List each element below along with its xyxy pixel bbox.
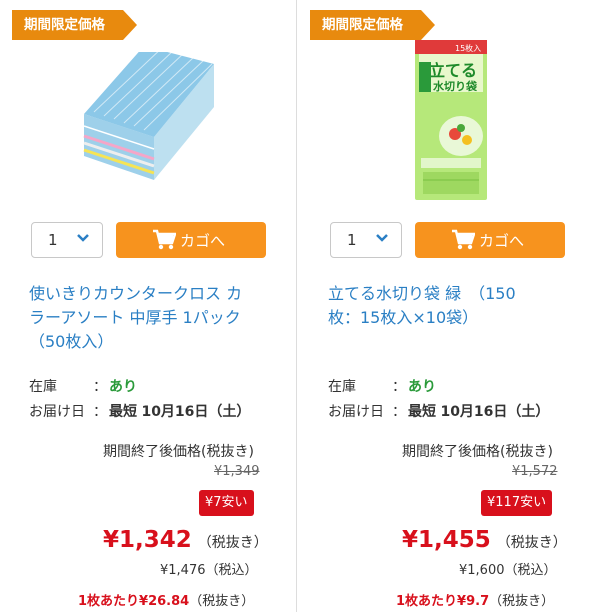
original-price: ¥1,349 [214, 464, 260, 479]
package-brand-text: 立てる [429, 61, 477, 80]
product-title-line: ラーアソート 中厚手 1パック [29, 308, 241, 327]
after-period-price-label: 期間終了後価格(税抜き) [402, 444, 553, 460]
discount-badge: ¥7安い [199, 490, 254, 516]
quantity-value: 1 [48, 231, 58, 249]
quantity-select[interactable]: 1 [31, 222, 103, 258]
price-tax-note: （税抜き） [197, 535, 268, 551]
delivery-row: お届け日 ： 最短 10月16日（土） [328, 401, 586, 421]
cart-button-label: カゴへ [479, 232, 525, 250]
add-to-cart-button[interactable]: カゴへ [415, 222, 565, 258]
per-unit-value: 1枚あたり¥26.84 [78, 594, 190, 609]
delivery-date: 10月16日（土） [440, 404, 550, 420]
per-unit-price: 1枚あたり¥9.7（税抜き） [396, 590, 554, 609]
delivery-value: 最短 10月16日（土） [408, 401, 549, 421]
delivery-date: 10月16日（土） [141, 404, 251, 420]
stock-row: 在庫 ： あり [29, 376, 289, 396]
delivery-label: お届け日 [328, 404, 384, 420]
stock-label: 在庫 [328, 379, 356, 395]
product-title-link[interactable]: 立てる水切り袋 緑 （150 枚：15枚入×10袋） [328, 282, 586, 330]
product-title-line: 立てる水切り袋 緑 （150 [328, 284, 516, 303]
original-price: ¥1,572 [512, 464, 558, 479]
tax-included-price: ¥1,476（税込） [160, 563, 258, 578]
discount-badge: ¥117安い [481, 490, 553, 516]
sale-price: ¥1,342 [103, 527, 192, 553]
quantity-select[interactable]: 1 [330, 222, 402, 258]
per-unit-note: （税抜き） [489, 594, 555, 609]
card-divider [296, 0, 297, 612]
product-image-drain-bag[interactable]: 15枚入 立てる 水切り袋 [415, 40, 487, 200]
package-name-text: 水切り袋 [433, 79, 478, 93]
delivery-row: お届け日 ： 最短 10月16日（土） [29, 401, 289, 421]
cart-icon [153, 229, 176, 250]
stock-value: あり [109, 379, 137, 395]
after-period-price-label: 期間終了後価格(税抜き) [103, 444, 254, 460]
limited-price-badge: 期間限定価格 [310, 10, 435, 40]
quantity-value: 1 [347, 231, 357, 249]
limited-price-badge: 期間限定価格 [12, 10, 137, 40]
cart-button-label: カゴへ [180, 232, 226, 250]
product-title-line: （50枚入） [29, 332, 114, 351]
chevron-down-icon [376, 234, 388, 242]
per-unit-value: 1枚あたり¥9.7 [396, 594, 490, 609]
stock-row: 在庫 ： あり [328, 376, 586, 396]
price-tax-note: （税抜き） [496, 535, 567, 551]
colon: ： [392, 404, 406, 420]
package-count-text: 15枚入 [455, 43, 481, 53]
product-title-line: 枚：15枚入×10袋） [328, 308, 479, 327]
product-title-link[interactable]: 使いきりカウンタークロス カ ラーアソート 中厚手 1パック （50枚入） [29, 282, 291, 354]
cart-icon [452, 229, 475, 250]
delivery-prefix: 最短 [109, 404, 137, 420]
add-to-cart-button[interactable]: カゴへ [116, 222, 266, 258]
per-unit-note: （税抜き） [189, 594, 255, 609]
per-unit-price: 1枚あたり¥26.84（税抜き） [78, 590, 254, 609]
price-row: ¥1,342 （税抜き） [103, 527, 268, 553]
delivery-prefix: 最短 [408, 404, 436, 420]
colon: ： [93, 379, 107, 395]
sale-price: ¥1,455 [402, 527, 491, 553]
product-card: 期間限定価格 15枚入 立てる 水切り袋 1 カゴへ 立てる水切り袋 緑 （15… [300, 0, 593, 612]
product-grid: 期間限定価格 1 カゴへ 使いきりカウンタークロス カ ラーアソート 中厚手 1… [0, 0, 593, 612]
product-card: 期間限定価格 1 カゴへ 使いきりカウンタークロス カ ラーアソート 中厚手 1… [0, 0, 296, 612]
stock-label: 在庫 [29, 379, 57, 395]
delivery-label: お届け日 [29, 404, 85, 420]
tax-included-price: ¥1,600（税込） [459, 563, 557, 578]
stock-value: あり [408, 379, 436, 395]
price-row: ¥1,455 （税抜き） [402, 527, 567, 553]
colon: ： [93, 404, 107, 420]
product-image-counter-cloth[interactable] [74, 52, 224, 192]
colon: ： [392, 379, 406, 395]
product-title-line: 使いきりカウンタークロス カ [29, 284, 243, 303]
delivery-value: 最短 10月16日（土） [109, 401, 250, 421]
chevron-down-icon [77, 234, 89, 242]
